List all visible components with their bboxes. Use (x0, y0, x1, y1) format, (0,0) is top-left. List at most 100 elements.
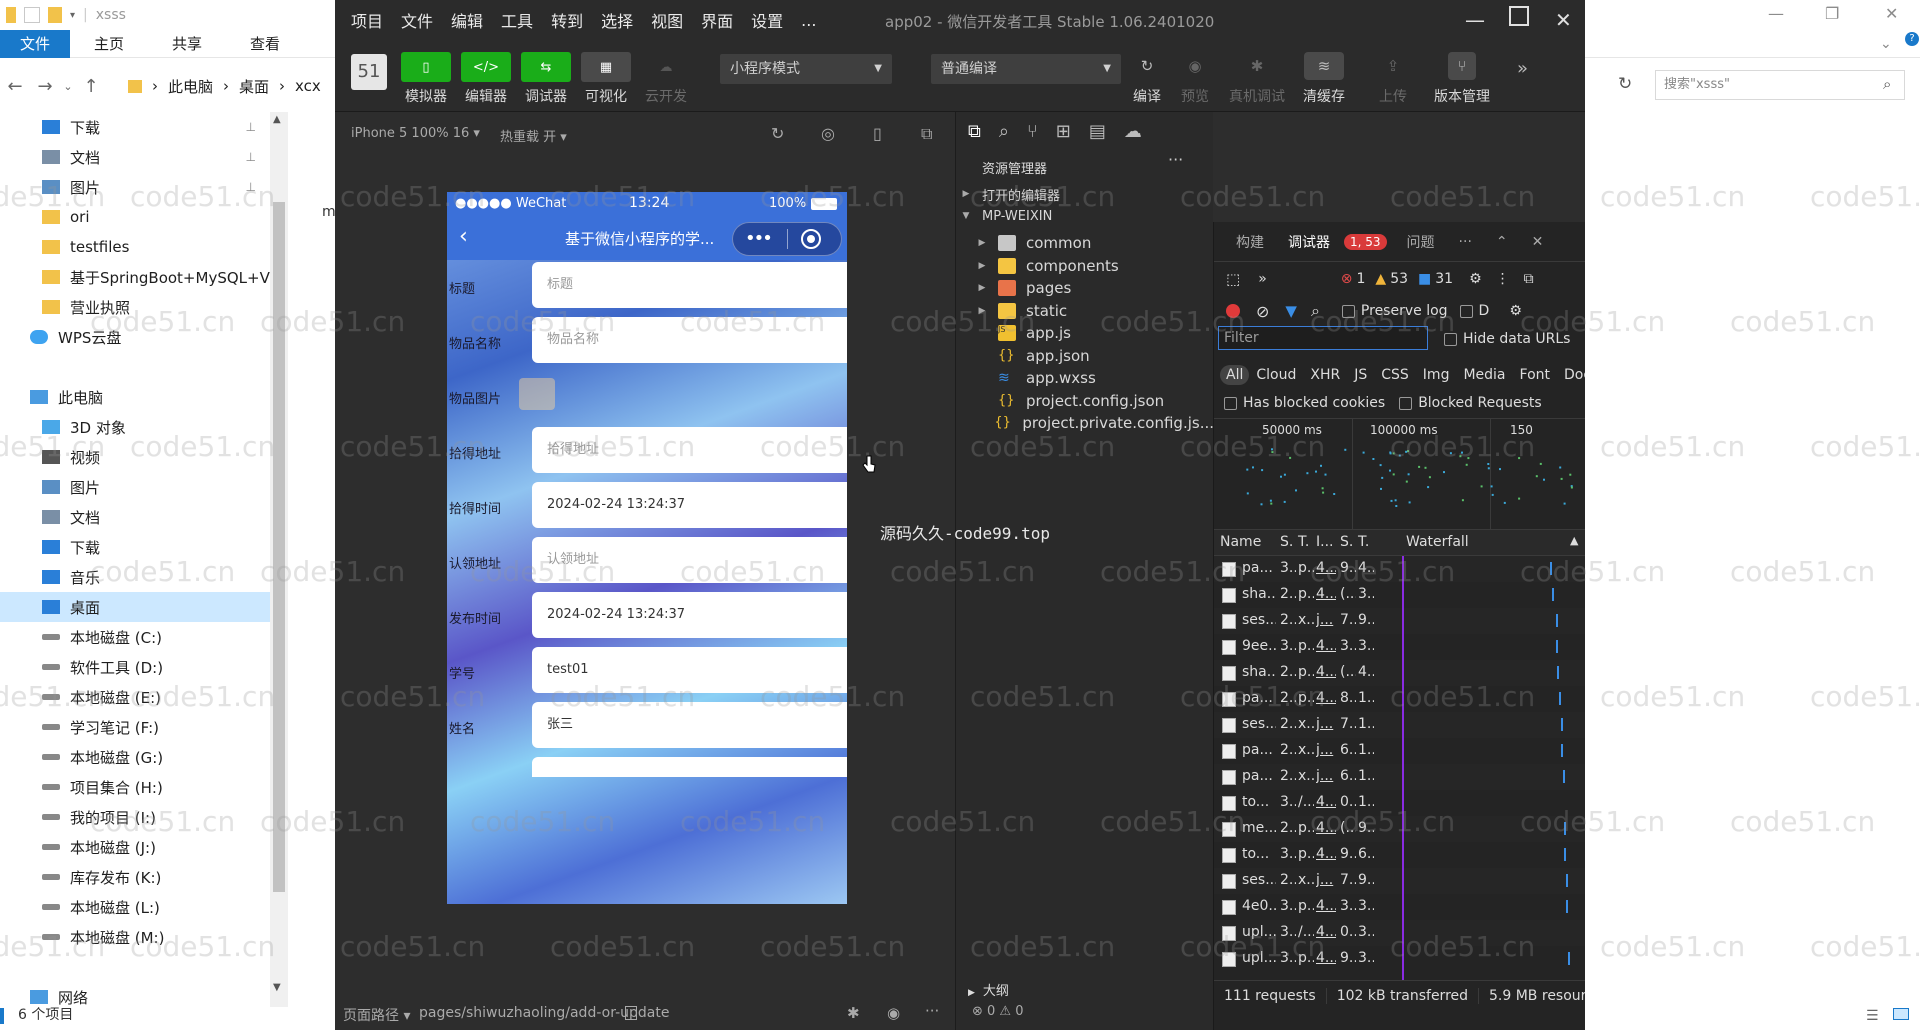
minimize-icon[interactable]: — (1465, 8, 1485, 32)
sidebar-item[interactable]: 本地磁盘 (G:) (0, 742, 270, 772)
sidebar-item[interactable]: 本地磁盘 (L:) (0, 892, 270, 922)
hot-reload-toggle[interactable]: 热重载 开 ▾ (500, 126, 567, 145)
help-icon[interactable]: ? (1905, 32, 1919, 46)
filter-type-xhr[interactable]: XHR (1303, 367, 1347, 383)
filter-type-font[interactable]: Font (1513, 367, 1557, 383)
filter-type-img[interactable]: Img (1416, 367, 1457, 383)
sidebar-item[interactable]: 本地磁盘 (E:) (0, 682, 270, 712)
blocked-requests-checkbox[interactable] (1399, 396, 1413, 410)
device-select[interactable]: iPhone 5 100% 16 ▾ (351, 126, 480, 141)
version-management-button[interactable]: ⑂ 版本管理 (1432, 52, 1492, 106)
breadcrumb-item[interactable]: 桌面 (239, 76, 269, 97)
table-row[interactable]: pa... 2..x..j... 6..1.. (1214, 738, 1585, 764)
sidebar-item[interactable]: 营业执照 (0, 292, 270, 322)
table-row[interactable]: to... 3../...4...0..1.. (1214, 790, 1585, 816)
filter-type-css[interactable]: CSS (1374, 367, 1416, 383)
search-icon[interactable]: ⌕ (999, 121, 1009, 142)
sidebar-item[interactable]: 项目集合 (H:) (0, 772, 270, 802)
filter-type-media[interactable]: Media (1456, 367, 1512, 383)
stop-icon[interactable]: ◎ (821, 124, 835, 143)
sidebar-item[interactable]: 软件工具 (D:) (0, 652, 270, 682)
table-row[interactable]: ses...2..x..j... 7..9.. (1214, 868, 1585, 894)
sidebar-item[interactable]: 本地磁盘 (J:) (0, 832, 270, 862)
menu-more[interactable]: ... (792, 11, 825, 30)
table-row[interactable]: 4e0...3..p..4...3..3.. (1214, 894, 1585, 920)
sort-up-icon[interactable]: ▲ (1570, 534, 1578, 547)
forward-arrow-icon[interactable]: → (30, 76, 60, 97)
collapse-icon[interactable]: ⌃ (1484, 234, 1520, 250)
image-upload-placeholder-icon[interactable] (519, 378, 555, 410)
up-arrow-icon[interactable]: ↑ (76, 76, 106, 97)
search-icon[interactable]: ⌕ (1883, 75, 1891, 93)
sidebar-item[interactable]: 文档 ⊥ (0, 142, 270, 172)
tab-debugger[interactable]: 调试器 (1276, 232, 1342, 252)
sidebar-item[interactable]: WPS云盘 (0, 322, 270, 352)
dock-icon[interactable]: ⧉ (1524, 271, 1534, 287)
minimize-icon[interactable]: — (1768, 4, 1784, 23)
restore-icon[interactable]: ❐ (1825, 4, 1839, 23)
record-icon[interactable] (1226, 304, 1240, 318)
inspect-icon[interactable]: ⬚ (1226, 270, 1240, 288)
menu-interface[interactable]: 界面 (692, 8, 742, 32)
refresh-icon[interactable]: ↻ (1618, 74, 1632, 94)
ribbon-tab-share[interactable]: 共享 (148, 30, 226, 58)
mode-select[interactable]: 小程序模式 ▼ (720, 54, 892, 84)
sidebar-item[interactable]: 本地磁盘 (C:) (0, 622, 270, 652)
disable-cache-checkbox[interactable] (1459, 304, 1473, 318)
sidebar-item[interactable]: 学习笔记 (F:) (0, 712, 270, 742)
files-icon[interactable]: ⧉ (968, 121, 981, 142)
search-icon[interactable]: ⌕ (1311, 301, 1320, 321)
refresh-icon[interactable]: ↻ (771, 124, 784, 143)
sidebar-item[interactable]: 下载 (0, 532, 270, 562)
sidebar-item[interactable]: 图片 (0, 472, 270, 502)
gear-icon[interactable]: ⚙ (1509, 303, 1522, 319)
more-icon[interactable]: ··· (1447, 234, 1484, 250)
menu-edit[interactable]: 编辑 (442, 8, 492, 32)
ribbon-tab-home[interactable]: 主页 (70, 30, 148, 58)
upload-button[interactable]: ⇪ 上传 (1363, 52, 1423, 106)
project-root[interactable]: ▼ MP-WEIXIN (956, 202, 1214, 230)
more-icon[interactable]: ··· (925, 1002, 939, 1020)
filter-icon[interactable]: ▼ (1285, 302, 1297, 320)
hide-data-urls-option[interactable]: Hide data URLs (1444, 326, 1584, 352)
back-chevron-icon[interactable]: ‹ (459, 224, 468, 249)
table-row[interactable]: ses...2..x..j... 7..1.. (1214, 712, 1585, 738)
table-row[interactable]: sha...2..p..4...(...4.. (1214, 660, 1585, 686)
form-input[interactable]: 张三 (532, 702, 847, 748)
form-input[interactable]: test01 (532, 647, 847, 693)
form-input[interactable]: 2024-02-24 13:24:37 (532, 592, 847, 638)
storage-icon[interactable]: ▤ (1089, 121, 1106, 142)
checkbox-icon[interactable] (24, 7, 40, 23)
sidebar-item[interactable]: 音乐 (0, 562, 270, 592)
more-dots-icon[interactable]: ••• (745, 228, 773, 249)
tab-issues[interactable]: 问题 (1387, 232, 1447, 252)
large-icons-view-icon[interactable] (1893, 1008, 1909, 1020)
menu-tools[interactable]: 工具 (492, 8, 542, 32)
details-view-icon[interactable]: ☰ (1866, 1008, 1879, 1024)
form-input[interactable]: 物品名称 (532, 317, 847, 363)
sidebar-item[interactable]: 图片 ⊥ (0, 172, 270, 202)
menu-select[interactable]: 选择 (592, 8, 642, 32)
menu-project[interactable]: 项目 (335, 8, 392, 32)
ribbon-file-tab[interactable]: 文件 (0, 29, 70, 58)
editor-button[interactable]: </> 编辑器 (456, 52, 516, 106)
table-row[interactable]: pa... 2..x..j... 6..1.. (1214, 764, 1585, 790)
sidebar-item[interactable]: 库存发布 (K:) (0, 862, 270, 892)
sidebar-item[interactable]: 本地磁盘 (M:) (0, 922, 270, 952)
more-tabs-icon[interactable]: » (1258, 271, 1267, 287)
avatar[interactable]: 51 (351, 54, 387, 90)
ribbon-tab-view[interactable]: 查看 (226, 30, 304, 58)
sidebar-item[interactable]: 下载 ⊥ (0, 112, 270, 142)
recent-dropdown-icon[interactable]: ⌄ (60, 80, 76, 93)
filter-type-cloud[interactable]: Cloud (1249, 367, 1303, 383)
gear-icon[interactable]: ⚙ (1469, 271, 1482, 287)
table-row[interactable]: me...2..p..4...(...9.. (1214, 816, 1585, 842)
simulator-button[interactable]: ▯ 模拟器 (396, 52, 456, 106)
table-row[interactable]: sha...2..p..4...(...3.. (1214, 582, 1585, 608)
visual-button[interactable]: ▦ 可视化 (576, 52, 636, 106)
table-row[interactable]: upl...3..p..4...9..3.. (1214, 946, 1585, 972)
sidebar-item[interactable]: 我的项目 (I:) (0, 802, 270, 832)
sidebar-item[interactable]: 视频 (0, 442, 270, 472)
filter-type-doc[interactable]: Doc (1557, 367, 1585, 383)
eye-icon[interactable]: ◉ (887, 1004, 900, 1022)
